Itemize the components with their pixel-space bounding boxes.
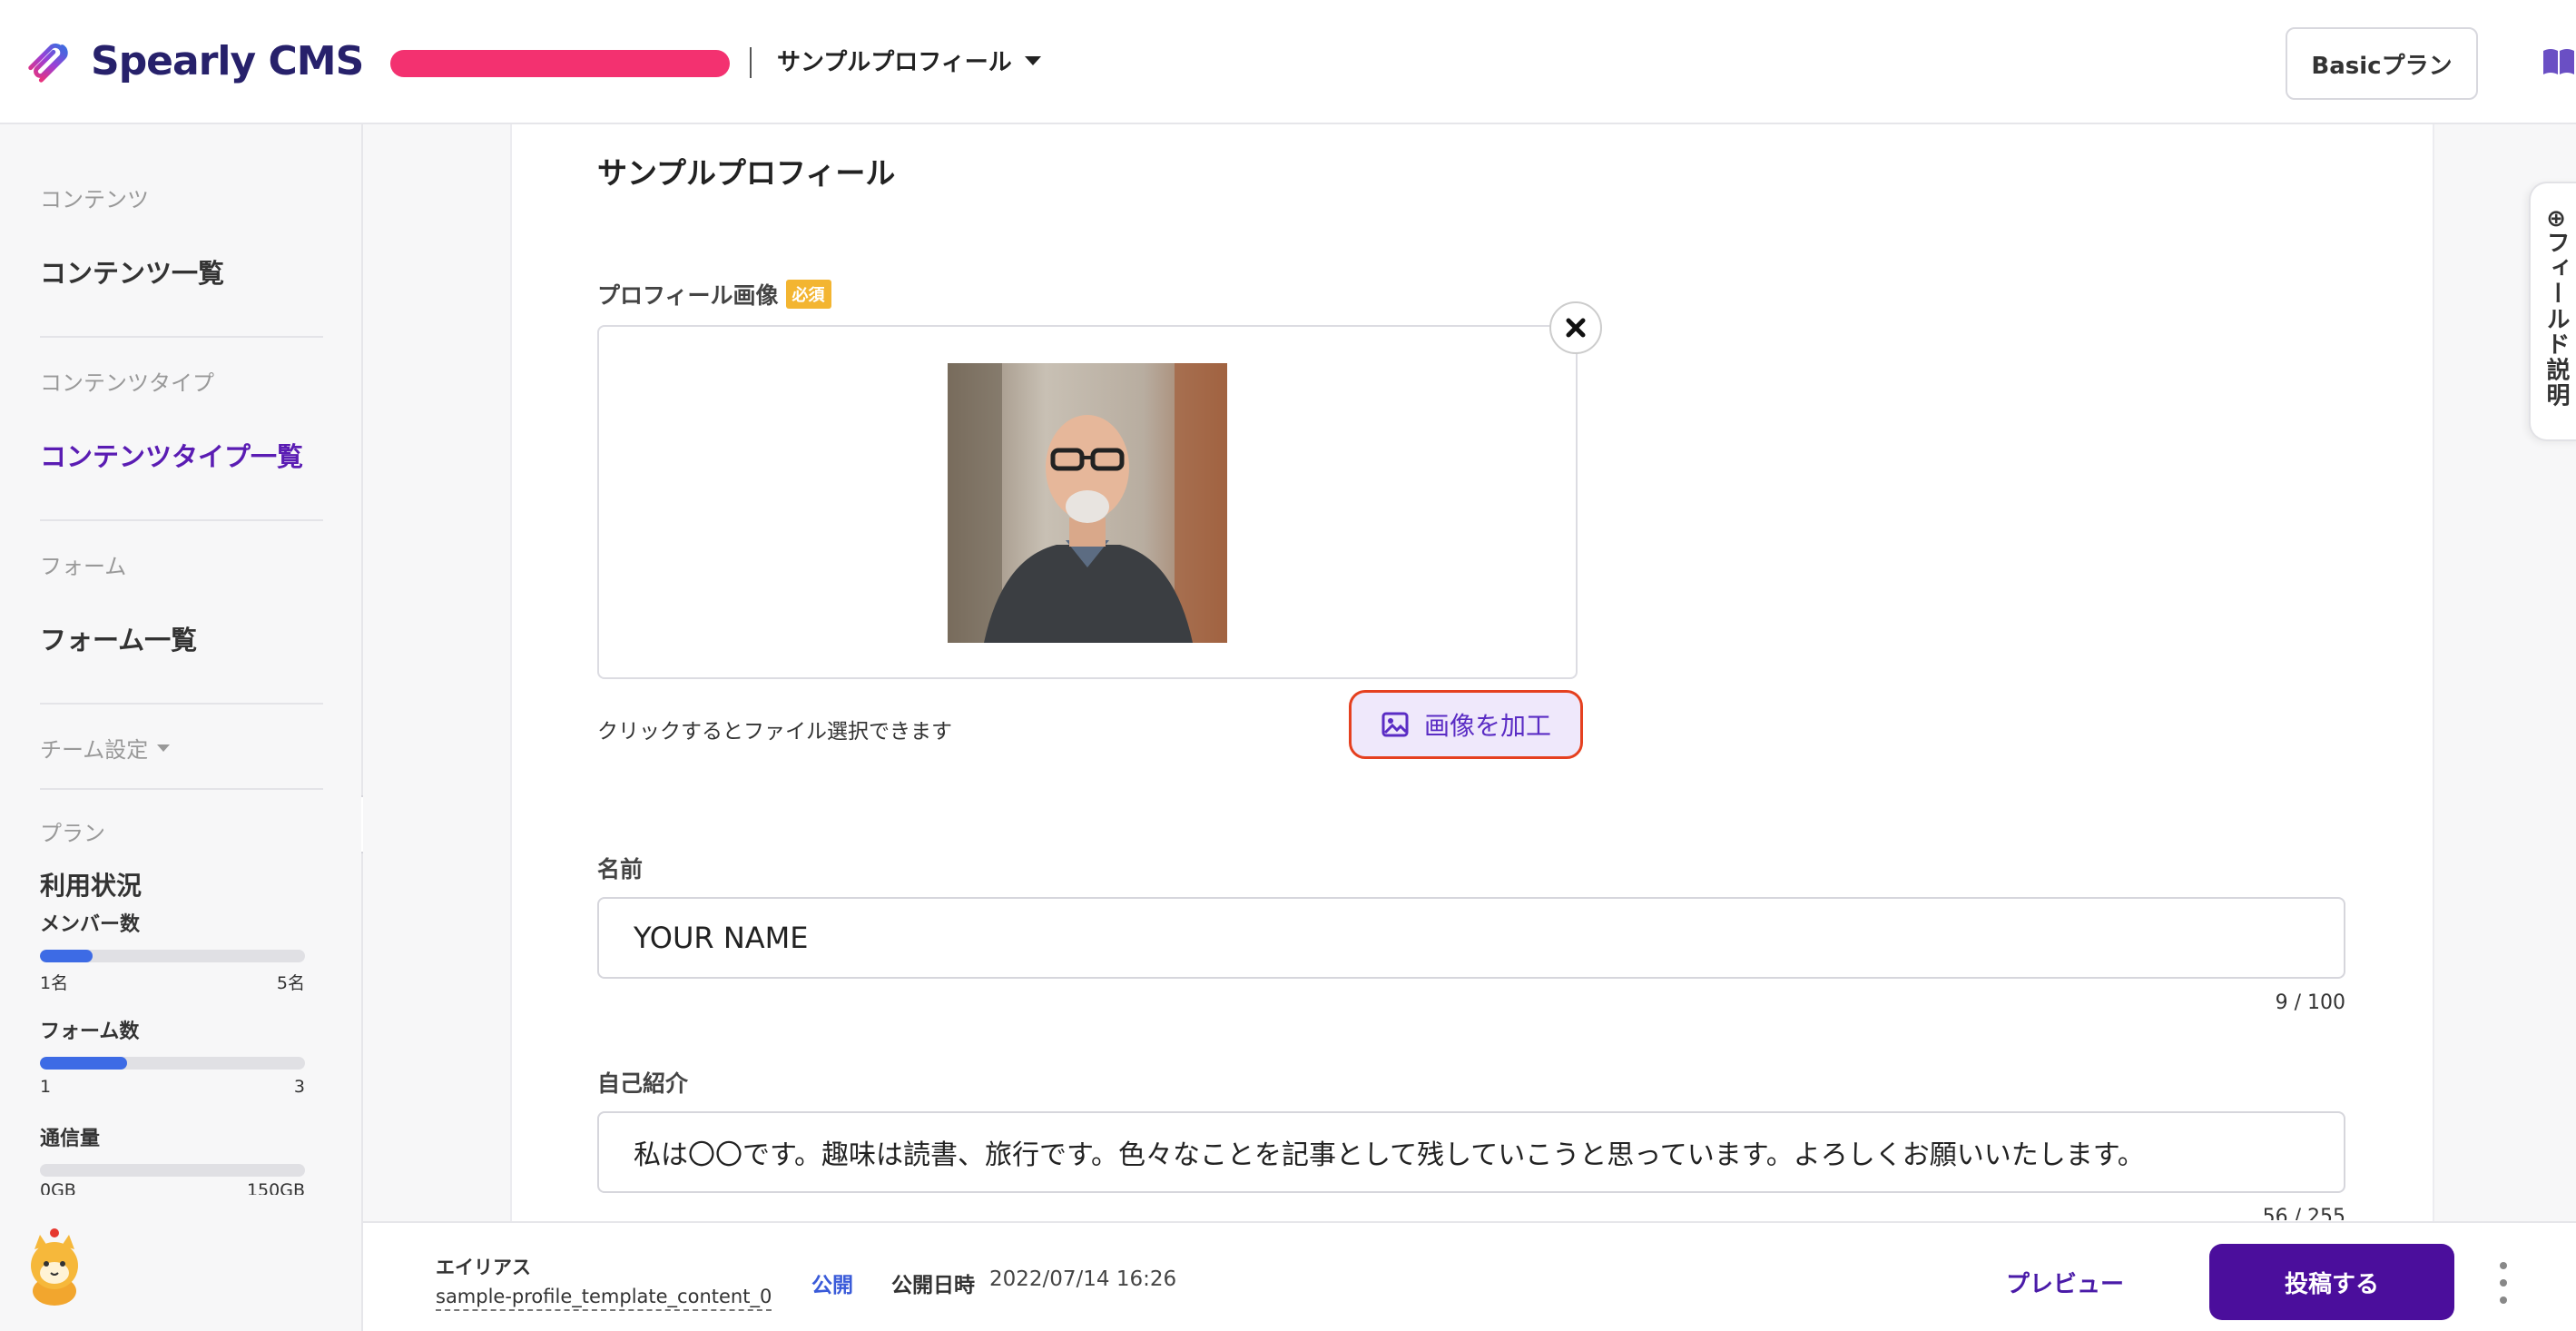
team-settings-label: チーム設定: [40, 737, 149, 763]
profile-photo-image: [948, 363, 1227, 643]
usage-bar-members: [40, 950, 305, 962]
logo-text: Spearly CMS: [91, 37, 364, 84]
app-header: Spearly CMS サンプルプロフィール Basicプラン: [0, 0, 2576, 124]
name-char-counter: 9 / 100: [2275, 991, 2345, 1014]
bio-label: 自己紹介: [597, 1070, 689, 1097]
sidebar-divider: [40, 519, 323, 521]
chevron-down-icon: [1024, 55, 1041, 65]
sidebar-divider: [40, 703, 323, 705]
usage-title: 利用状況: [40, 871, 143, 901]
usage-max: 150GB: [246, 1180, 305, 1195]
usage-max: 5名: [276, 973, 305, 993]
sidebar-item-content-type-list[interactable]: コンテンツタイプ一覧: [40, 436, 303, 474]
usage-max: 3: [293, 1077, 305, 1097]
close-icon: [1566, 318, 1586, 338]
header-divider: [750, 47, 752, 78]
usage-fill: [40, 950, 93, 962]
chevron-down-icon: [157, 744, 171, 752]
plan-button[interactable]: Basicプラン: [2286, 27, 2478, 100]
more-dot: [2500, 1296, 2507, 1304]
remove-image-button[interactable]: [1549, 301, 1602, 354]
usage-min: 1: [40, 1077, 52, 1097]
sidebar-heading-plan: プラン: [40, 821, 105, 846]
sidebar-divider: [40, 336, 323, 338]
submit-button[interactable]: 投稿する: [2209, 1244, 2454, 1320]
usage-min: 1名: [40, 973, 69, 993]
image-icon: [1381, 712, 1409, 737]
usage-min: 0GB: [40, 1180, 76, 1195]
bio-input[interactable]: 私は〇〇です。趣味は読書、旅行です。色々なことを記事として残していこうと思ってい…: [597, 1111, 2345, 1193]
more-dot: [2500, 1262, 2507, 1269]
field-description-label: ⊕フィールド説明: [2540, 209, 2573, 409]
required-badge: 必須: [785, 280, 831, 309]
name-input[interactable]: YOUR NAME: [597, 897, 2345, 979]
globe-icon: ⊕: [2542, 209, 2570, 231]
more-options-button[interactable]: [2494, 1262, 2512, 1304]
usage-label-traffic: 通信量: [40, 1128, 101, 1150]
sidebar-item-content-list[interactable]: コンテンツ一覧: [40, 252, 224, 291]
sidebar-divider: [40, 788, 323, 790]
file-select-hint: クリックするとファイル選択できます: [597, 720, 952, 744]
profile-image-label: プロフィール画像 必須: [597, 278, 831, 311]
profile-photo[interactable]: [948, 363, 1227, 643]
usage-bar-forms: [40, 1057, 305, 1070]
project-selector[interactable]: サンプルプロフィール: [777, 44, 1041, 77]
sidebar-item-form-list[interactable]: フォーム一覧: [40, 619, 197, 657]
publish-date-value[interactable]: 2022/07/14 16:26: [989, 1267, 1176, 1291]
project-color-bar: [390, 50, 730, 77]
sidebar-heading-content-type: コンテンツタイプ: [40, 370, 214, 396]
alias-label: エイリアス: [436, 1257, 531, 1278]
field-description-text: フィールド説明: [2542, 230, 2570, 409]
book-icon[interactable]: [2542, 47, 2576, 76]
publish-status[interactable]: 公開: [811, 1267, 853, 1298]
name-label: 名前: [597, 856, 644, 882]
sidebar-heading-form: フォーム: [40, 554, 127, 579]
more-dot: [2500, 1279, 2507, 1287]
publish-date-label: 公開日時: [891, 1274, 975, 1297]
usage-label-forms: フォーム数: [40, 1020, 140, 1043]
sidebar-team-settings[interactable]: チーム設定: [40, 732, 171, 764]
sidebar-heading-content: コンテンツ: [40, 187, 149, 212]
project-name: サンプルプロフィール: [777, 49, 1012, 76]
bio-char-counter: 56 / 255: [2262, 1206, 2345, 1220]
profile-image-label-text: プロフィール画像: [597, 282, 779, 309]
mascot-icon[interactable]: [22, 1227, 87, 1307]
alias-value[interactable]: sample-profile_template_content_0: [436, 1286, 772, 1311]
edit-image-button[interactable]: 画像を加工: [1349, 690, 1583, 759]
page-title: サンプルプロフィール: [597, 155, 896, 191]
spearly-logo-icon: [28, 43, 68, 83]
usage-bar-traffic: [40, 1164, 305, 1177]
edit-image-label: 画像を加工: [1423, 711, 1551, 741]
logo[interactable]: Spearly CMS: [22, 33, 364, 89]
usage-label-members: メンバー数: [40, 913, 141, 936]
preview-button[interactable]: プレビュー: [2006, 1266, 2124, 1299]
usage-fill: [40, 1057, 128, 1070]
